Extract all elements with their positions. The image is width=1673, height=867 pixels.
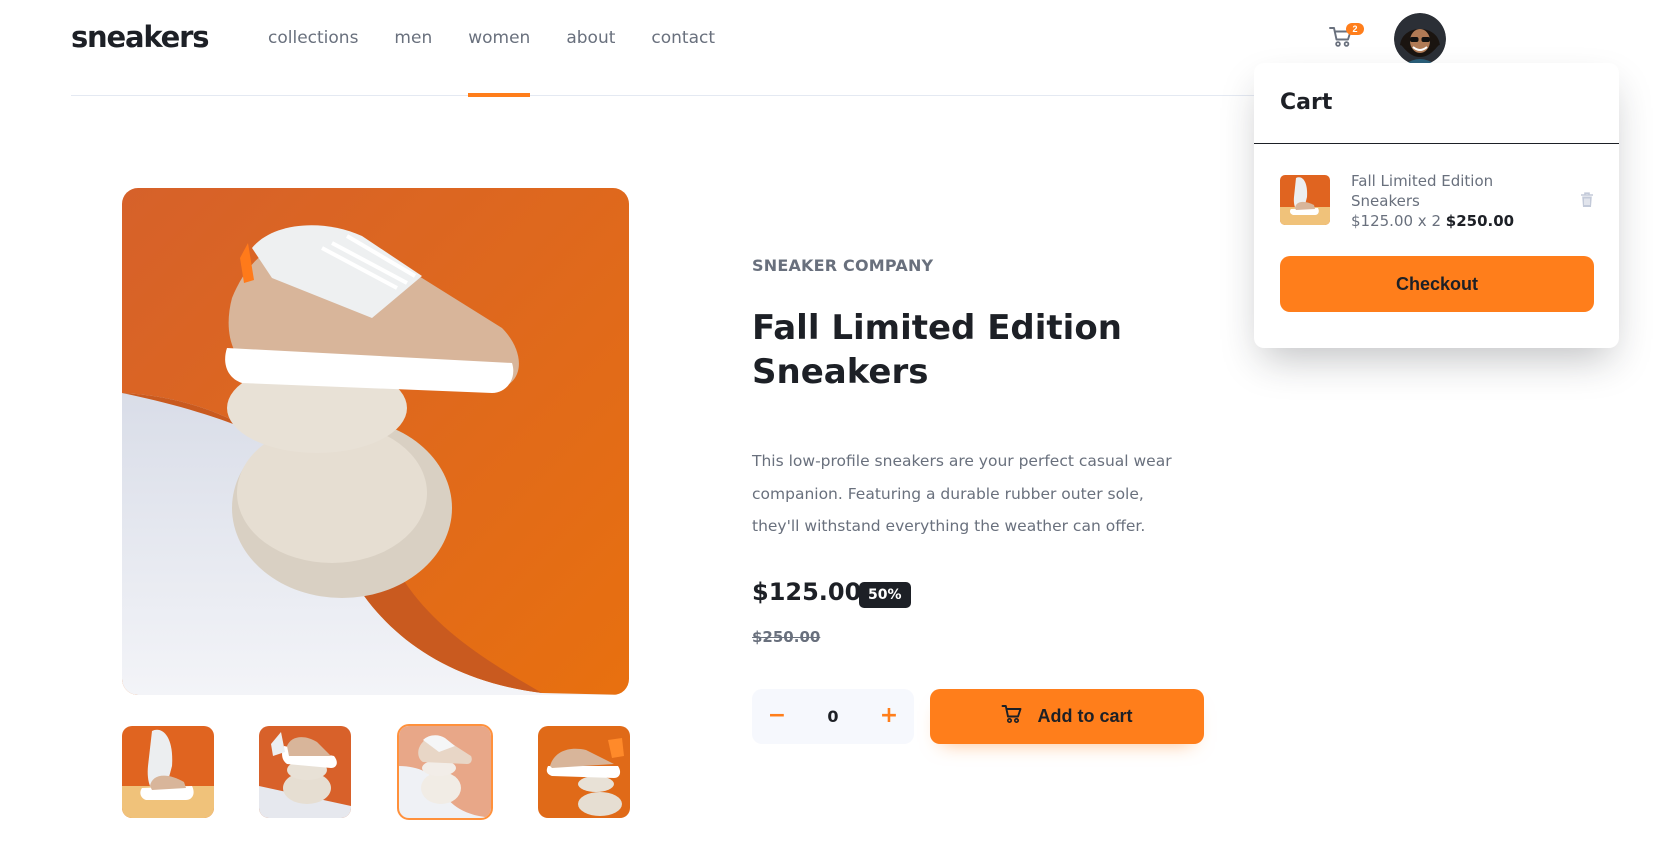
nav-contact[interactable]: contact bbox=[651, 0, 715, 96]
cart-title: Cart bbox=[1280, 90, 1333, 115]
cart-count-badge: 2 bbox=[1346, 23, 1364, 35]
cart-item-total: $250.00 bbox=[1445, 212, 1515, 230]
trash-icon[interactable] bbox=[1580, 192, 1594, 208]
original-price: $250.00 bbox=[752, 628, 821, 646]
cart-item-name: Fall Limited Edition Sneakers bbox=[1351, 172, 1494, 210]
cart-item-unit-qty: $125.00 x 2 bbox=[1351, 212, 1441, 230]
quantity-value: 0 bbox=[827, 707, 839, 726]
discount-badge: 50% bbox=[859, 582, 911, 608]
checkout-button[interactable]: Checkout bbox=[1280, 256, 1594, 312]
add-to-cart-button[interactable]: Add to cart bbox=[930, 689, 1204, 744]
cart-dropdown: Cart Fall Limited Edition Sneakers $125.… bbox=[1254, 63, 1619, 348]
main-nav: collections men women about contact bbox=[268, 0, 751, 97]
cart-item-thumbnail bbox=[1280, 175, 1330, 225]
brand-name: SNEAKER COMPANY bbox=[752, 256, 934, 275]
nav-about[interactable]: about bbox=[566, 0, 615, 96]
minus-icon[interactable]: − bbox=[752, 689, 802, 744]
avatar[interactable] bbox=[1394, 13, 1446, 65]
add-to-cart-label: Add to cart bbox=[1037, 706, 1133, 726]
cart-icon bbox=[1001, 703, 1023, 730]
quantity-stepper: − 0 + bbox=[752, 689, 914, 744]
cart-item-price: $125.00 x 2 $250.00 bbox=[1351, 211, 1514, 231]
product-main-image[interactable] bbox=[122, 188, 629, 695]
product-description: This low-profile sneakers are your perfe… bbox=[752, 452, 1172, 535]
thumbnail-3[interactable] bbox=[397, 724, 493, 820]
plus-icon[interactable]: + bbox=[864, 689, 914, 744]
thumbnail-1[interactable] bbox=[122, 726, 214, 818]
nav-collections[interactable]: collections bbox=[268, 0, 358, 96]
thumbnail-4[interactable] bbox=[538, 726, 630, 818]
cart-divider bbox=[1254, 143, 1619, 144]
logo[interactable]: sneakers bbox=[71, 20, 209, 54]
nav-women[interactable]: women bbox=[468, 0, 531, 97]
current-price: $125.00 bbox=[752, 578, 862, 606]
product-title: Fall Limited Edition Sneakers bbox=[752, 308, 1122, 392]
thumbnail-2[interactable] bbox=[259, 726, 351, 818]
nav-men[interactable]: men bbox=[394, 0, 432, 96]
